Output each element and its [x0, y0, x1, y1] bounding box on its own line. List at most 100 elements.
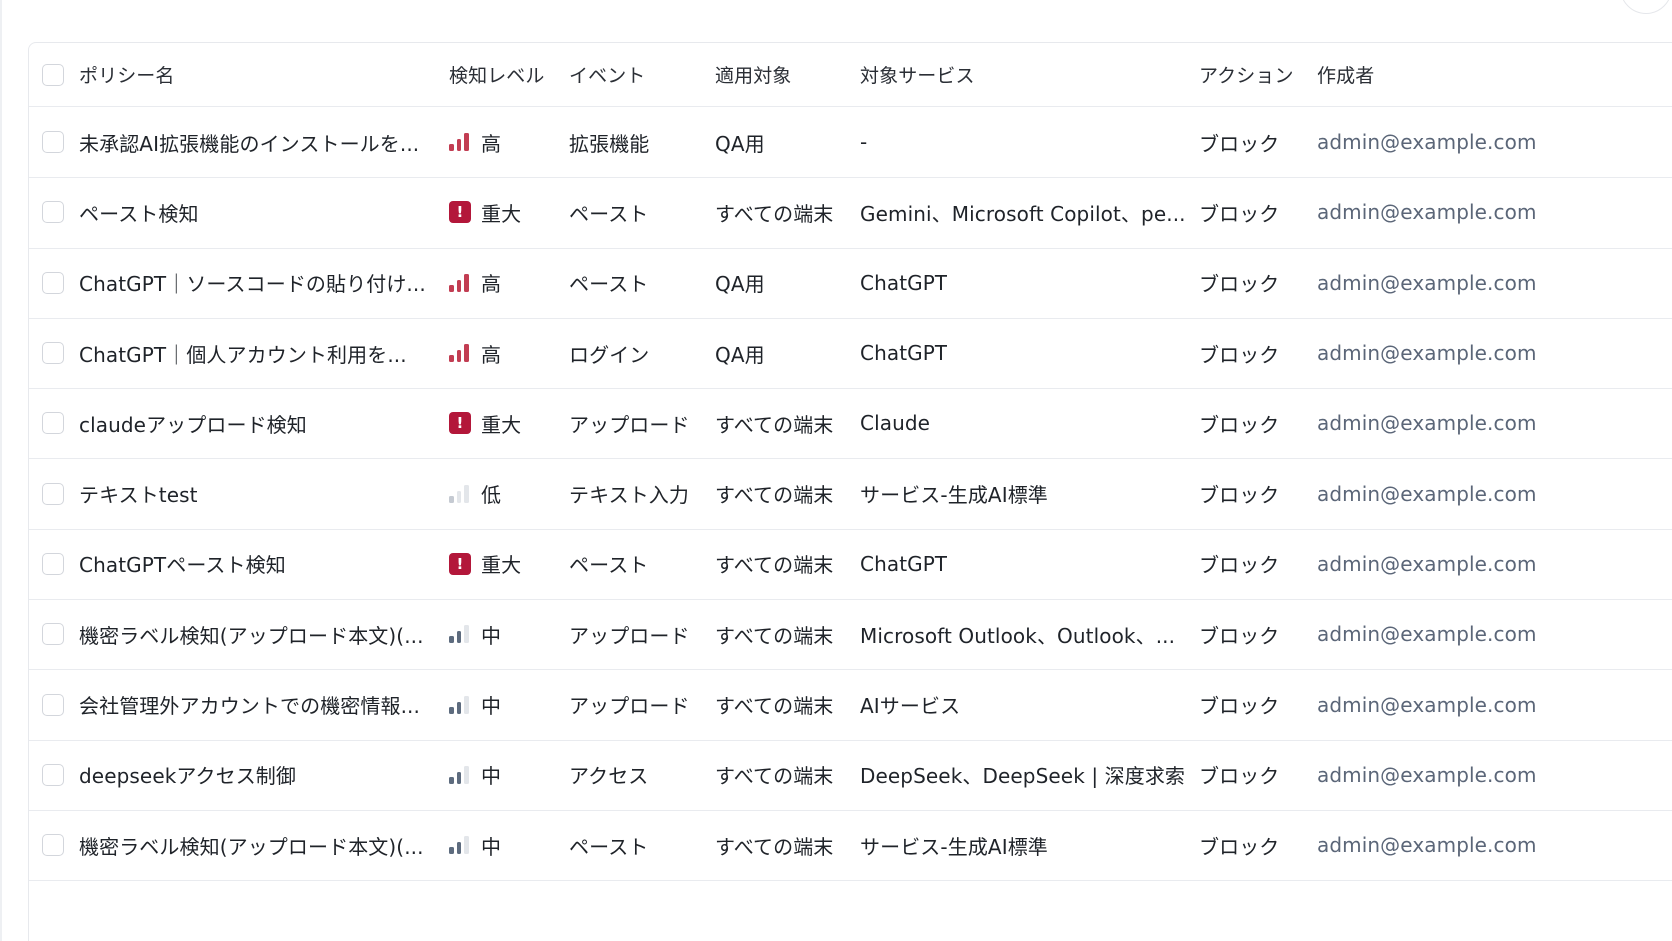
policy-name[interactable]: deepseekアクセス制御 — [79, 760, 296, 789]
action-cell: ブロック — [1199, 131, 1280, 156]
table-row[interactable]: ChatGPT｜ソースコードの貼り付け... 高 ペースト QA用 ChatGPT ブロッ… — [29, 248, 1672, 319]
row-checkbox[interactable] — [42, 412, 64, 435]
policy-name-cell[interactable]: ChatGPTペースト検知 — [79, 529, 431, 599]
policy-name-cell[interactable]: 会社管理外アカウントでの機密情報... — [79, 669, 431, 739]
header-event[interactable]: イベント — [569, 43, 709, 106]
policy-list-page: ポリシー名 検知レベル イベント 適用対象 対象サービス アクション 作成者 未… — [0, 0, 1672, 941]
policy-name-cell[interactable]: ChatGPT｜ソースコードの貼り付け... — [79, 248, 431, 318]
action-cell: ブロック — [1199, 694, 1280, 719]
policy-name[interactable]: ChatGPTペースト検知 — [79, 549, 286, 578]
header-target-service[interactable]: 対象サービス — [860, 43, 1190, 106]
row-checkbox-cell — [42, 669, 72, 739]
policy-name-cell[interactable]: ChatGPT｜個人アカウント利用を... — [79, 318, 431, 388]
policy-name-cell[interactable]: 機密ラベル検知(アップロード本文)(... — [79, 810, 431, 880]
level-bars-icon — [449, 695, 471, 714]
select-all-checkbox[interactable] — [42, 63, 64, 86]
row-checkbox[interactable] — [42, 552, 64, 575]
author-cell: admin@example.com — [1317, 341, 1537, 366]
level-bar — [449, 706, 454, 714]
table-row[interactable]: ChatGPTペースト検知! 重大 ペースト すべての端末 ChatGPT ブロック adm… — [29, 529, 1672, 601]
row-checkbox[interactable] — [42, 342, 64, 365]
event-cell: ペースト — [569, 553, 649, 578]
table-row[interactable]: 機密ラベル検知(アップロード本文)(... 中 アップロード すべての端末 Micros… — [29, 599, 1672, 671]
detection-level-cell: ! 重大 — [449, 177, 567, 247]
target-service: ChatGPT — [860, 341, 948, 366]
table-row[interactable]: ChatGPT｜個人アカウント利用を... 高 ログイン QA用 ChatGPT ブロック… — [29, 318, 1672, 390]
level-bar — [449, 495, 454, 503]
level-bar — [456, 771, 461, 784]
header-target[interactable]: 適用対象 — [715, 43, 855, 106]
row-checkbox[interactable] — [42, 131, 64, 154]
table-row[interactable]: テキストtest 低 テキスト入力 すべての端末 サービス-生成AI標準 ブロック admi… — [29, 459, 1672, 530]
level-bars-icon — [449, 625, 471, 644]
detection-level-label: 高 — [481, 131, 502, 156]
action-cell: ブロック — [1199, 201, 1280, 226]
policy-name[interactable]: ペースト検知 — [79, 198, 199, 227]
event-cell: アクセス — [569, 764, 649, 789]
policy-name-cell[interactable]: テキストtest — [79, 459, 431, 529]
level-bar — [449, 284, 454, 292]
header-detection-level[interactable]: 検知レベル — [449, 43, 567, 106]
target-service-cell: AIサービス — [860, 669, 1190, 739]
policy-name[interactable]: 機密ラベル検知(アップロード本文)(... — [79, 620, 424, 649]
policy-name[interactable]: ChatGPT｜個人アカウント利用を... — [79, 339, 407, 368]
table-row[interactable]: claudeアップロード検知! 重大 アップロード すべての端末 Claude ブロック a… — [29, 388, 1672, 460]
row-checkbox-cell — [42, 810, 72, 880]
row-checkbox[interactable] — [42, 482, 64, 505]
row-checkbox[interactable] — [42, 693, 64, 716]
table-header-row: ポリシー名 検知レベル イベント 適用対象 対象サービス アクション 作成者 — [29, 43, 1672, 107]
target-cell: QA用 — [715, 131, 765, 156]
critical-alert-icon: ! — [449, 552, 471, 575]
policy-name-cell[interactable]: ペースト検知 — [79, 177, 431, 247]
row-checkbox[interactable] — [42, 763, 64, 786]
policy-name[interactable]: 会社管理外アカウントでの機密情報... — [79, 690, 420, 719]
policy-name[interactable]: テキストtest — [79, 479, 198, 508]
table-row[interactable]: ペースト検知! 重大 ペースト すべての端末 Gemini、Microsoft Copi… — [29, 177, 1672, 249]
detection-level-cell: ! 重大 — [449, 388, 567, 458]
row-checkbox[interactable] — [42, 834, 64, 857]
table-row[interactable]: 機密ラベル検知(アップロード本文)(... 中 ペースト すべての端末 サービス-生成A… — [29, 810, 1672, 882]
target-service: Gemini、Microsoft Copilot、pe... — [860, 201, 1186, 226]
author-cell: admin@example.com — [1317, 270, 1537, 295]
policy-name[interactable]: 機密ラベル検知(アップロード本文)(... — [79, 831, 424, 860]
level-bar — [449, 355, 454, 363]
policy-name-cell[interactable]: claudeアップロード検知 — [79, 388, 431, 458]
detection-level-cell: 高 — [449, 107, 567, 177]
author-cell: admin@example.com — [1317, 481, 1537, 506]
target-service-cell: サービス-生成AI標準 — [860, 459, 1190, 529]
table-row[interactable]: 未承認AI拡張機能のインストールを... 高 拡張機能 QA用 - ブロック admin@e… — [29, 107, 1672, 179]
target-service-cell: Claude — [860, 388, 1190, 458]
level-bars-icon — [449, 273, 471, 292]
level-bar — [456, 842, 461, 855]
policy-name-cell[interactable]: 機密ラベル検知(アップロード本文)(... — [79, 599, 431, 669]
policy-name-cell[interactable]: 未承認AI拡張機能のインストールを... — [79, 107, 431, 177]
corner-round-button[interactable] — [1620, 0, 1672, 14]
row-checkbox-cell — [42, 529, 72, 599]
header-author[interactable]: 作成者 — [1317, 43, 1647, 106]
left-edge-divider — [0, 0, 2, 941]
detection-level-cell: 中 — [449, 599, 567, 669]
level-bar — [464, 765, 469, 784]
target-cell: すべての端末 — [715, 834, 834, 859]
row-checkbox[interactable] — [42, 271, 64, 294]
event-cell: ペースト — [569, 272, 649, 297]
policy-name[interactable]: 未承認AI拡張機能のインストールを... — [79, 128, 419, 157]
table-row[interactable]: 会社管理外アカウントでの機密情報... 中 アップロード すべての端末 AIサービス ブロ… — [29, 669, 1672, 741]
row-checkbox[interactable] — [42, 623, 64, 646]
row-checkbox[interactable] — [42, 201, 64, 224]
header-action[interactable]: アクション — [1199, 43, 1309, 106]
level-bar — [456, 490, 461, 503]
level-bar — [464, 344, 469, 363]
action-cell: ブロック — [1199, 272, 1280, 297]
policy-name[interactable]: claudeアップロード検知 — [79, 409, 307, 438]
policy-name-cell[interactable]: deepseekアクセス制御 — [79, 740, 431, 810]
target-service: - — [860, 130, 868, 155]
policy-name[interactable]: ChatGPT｜ソースコードの貼り付け... — [79, 268, 426, 297]
level-bar — [456, 631, 461, 644]
target-service-cell: サービス-生成AI標準 — [860, 810, 1190, 880]
level-bar — [464, 625, 469, 644]
header-policy-name[interactable]: ポリシー名 — [79, 43, 431, 106]
author-cell: admin@example.com — [1317, 692, 1537, 717]
table-row[interactable]: deepseekアクセス制御 中 アクセス すべての端末 DeepSeek、DeepSe… — [29, 740, 1672, 811]
event-cell: ログイン — [569, 342, 650, 367]
